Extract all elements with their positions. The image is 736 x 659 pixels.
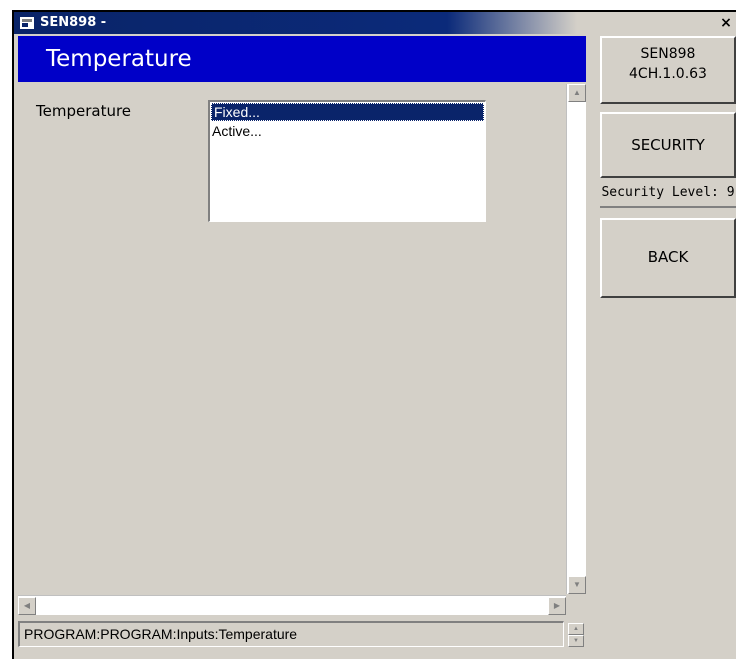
close-icon[interactable]: × xyxy=(718,15,734,31)
option-active[interactable]: Active... xyxy=(210,122,485,140)
device-name: SEN898 xyxy=(640,46,696,62)
vertical-scrollbar[interactable]: ▲ ▼ xyxy=(566,84,586,594)
horizontal-scrollbar[interactable]: ◀ ▶ xyxy=(18,595,566,615)
back-button[interactable]: BACK xyxy=(600,218,736,298)
spin-down-icon[interactable]: ▼ xyxy=(568,635,584,647)
scroll-down-icon[interactable]: ▼ xyxy=(568,576,586,594)
status-spinner[interactable]: ▲ ▼ xyxy=(568,623,584,647)
firmware-version: 4CH.1.0.63 xyxy=(629,66,707,82)
status-path: PROGRAM:PROGRAM:Inputs:Temperature xyxy=(18,621,564,647)
option-fixed[interactable]: Fixed... xyxy=(211,103,484,121)
app-icon xyxy=(20,17,34,29)
page-header: Temperature xyxy=(18,36,586,82)
scroll-up-icon[interactable]: ▲ xyxy=(568,84,586,102)
temperature-label: Temperature xyxy=(36,102,132,120)
scroll-left-icon[interactable]: ◀ xyxy=(18,597,36,615)
device-info-box: SEN898 4CH.1.0.63 xyxy=(600,36,736,104)
content-area: Temperature Fixed... Active... xyxy=(18,82,568,594)
security-button[interactable]: SECURITY xyxy=(600,112,736,178)
app-window: SEN898 - × Temperature Temperature Fixed… xyxy=(12,10,736,659)
spin-up-icon[interactable]: ▲ xyxy=(568,623,584,635)
scroll-right-icon[interactable]: ▶ xyxy=(548,597,566,615)
page-title: Temperature xyxy=(46,46,192,72)
temperature-listbox[interactable]: Fixed... Active... xyxy=(208,100,486,222)
security-level-label: Security Level: 9 xyxy=(600,180,736,208)
title-bar[interactable]: SEN898 - × xyxy=(14,12,736,34)
window-title: SEN898 - xyxy=(40,15,107,30)
